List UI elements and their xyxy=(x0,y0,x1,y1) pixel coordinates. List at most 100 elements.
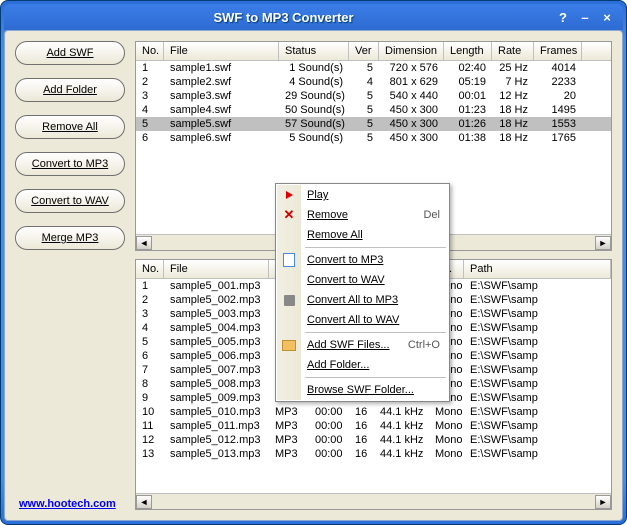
column-header[interactable]: Length xyxy=(444,42,492,60)
help-button[interactable]: ? xyxy=(555,9,571,25)
table-cell: 12 xyxy=(136,434,164,446)
column-header[interactable]: Rate xyxy=(492,42,534,60)
table-cell: sample5_003.mp3 xyxy=(164,308,269,320)
menu-play[interactable]: Play xyxy=(277,185,448,205)
table-cell: 16 xyxy=(349,448,374,460)
table-cell: 5 xyxy=(136,118,164,130)
website-link[interactable]: www.hootech.com xyxy=(19,498,116,510)
table-cell: Mono xyxy=(429,434,464,446)
column-header[interactable]: File xyxy=(164,260,269,278)
menu-label: Remove All xyxy=(307,229,363,241)
table-cell: 02:40 xyxy=(444,62,492,74)
column-header[interactable]: No. xyxy=(136,260,164,278)
minimize-button[interactable]: – xyxy=(577,9,593,25)
column-header[interactable]: Status xyxy=(279,42,349,60)
table-cell: E:\SWF\samp xyxy=(464,308,611,320)
scroll-left-button[interactable]: ◄ xyxy=(136,495,152,509)
remove-all-button[interactable]: Remove All xyxy=(15,115,125,139)
column-header[interactable]: Path xyxy=(464,260,611,278)
menu-separator xyxy=(305,247,446,248)
menu-convert-wav[interactable]: Convert to WAV xyxy=(277,270,448,290)
menu-convert-all-mp3[interactable]: Convert All to MP3 xyxy=(277,290,448,310)
horizontal-scrollbar[interactable]: ◄ ► xyxy=(136,493,611,509)
list-header[interactable]: No.FileStatusVerDimensionLengthRateFrame… xyxy=(136,42,611,61)
table-cell: 16 xyxy=(349,434,374,446)
table-row[interactable]: 6sample6.swf5 Sound(s)5450 x 30001:3818 … xyxy=(136,131,611,145)
table-cell: 12 Hz xyxy=(492,90,534,102)
menu-convert-mp3[interactable]: Convert to MP3 xyxy=(277,250,448,270)
table-cell: 450 x 300 xyxy=(379,118,444,130)
table-cell: 00:00 xyxy=(309,420,349,432)
table-row[interactable]: 11sample5_011.mp3MP300:001644.1 kHzMonoE… xyxy=(136,419,611,433)
table-cell: 5 xyxy=(349,118,379,130)
table-row[interactable]: 3sample3.swf29 Sound(s)5540 x 44000:0112… xyxy=(136,89,611,103)
menu-label: Convert to WAV xyxy=(307,274,385,286)
table-cell: 1 xyxy=(136,62,164,74)
table-row[interactable]: 12sample5_012.mp3MP300:001644.1 kHzMonoE… xyxy=(136,433,611,447)
table-cell: 1553 xyxy=(534,118,582,130)
table-row[interactable]: 5sample5.swf57 Sound(s)5450 x 30001:2618… xyxy=(136,117,611,131)
scroll-right-button[interactable]: ► xyxy=(595,495,611,509)
scroll-left-button[interactable]: ◄ xyxy=(136,236,152,250)
table-row[interactable]: 4sample4.swf50 Sound(s)5450 x 30001:2318… xyxy=(136,103,611,117)
column-header[interactable]: File xyxy=(164,42,279,60)
table-cell: 10 xyxy=(136,406,164,418)
close-button[interactable]: × xyxy=(599,9,615,25)
table-cell: 5 xyxy=(349,90,379,102)
menu-browse-swf-folder[interactable]: Browse SWF Folder... xyxy=(277,380,448,400)
table-cell: E:\SWF\samp xyxy=(464,406,611,418)
table-cell: sample6.swf xyxy=(164,132,279,144)
table-cell: 450 x 300 xyxy=(379,132,444,144)
table-cell: sample5_012.mp3 xyxy=(164,434,269,446)
convert-wav-button[interactable]: Convert to WAV xyxy=(15,189,125,213)
menu-add-folder[interactable]: Add Folder... xyxy=(277,355,448,375)
table-row[interactable]: 10sample5_010.mp3MP300:001644.1 kHzMonoE… xyxy=(136,405,611,419)
menu-remove-all[interactable]: Remove All xyxy=(277,225,448,245)
titlebar[interactable]: SWF to MP3 Converter ? – × xyxy=(4,4,623,30)
column-header[interactable]: Frames xyxy=(534,42,582,60)
button-label: Add SWF xyxy=(46,47,93,59)
table-cell: 2233 xyxy=(534,76,582,88)
table-cell: 5 xyxy=(349,132,379,144)
context-menu: Play ✕RemoveDel Remove All Convert to MP… xyxy=(275,183,450,402)
add-folder-button[interactable]: Add Folder xyxy=(15,78,125,102)
table-cell: 3 xyxy=(136,90,164,102)
table-cell: 450 x 300 xyxy=(379,104,444,116)
table-cell: 5 xyxy=(349,104,379,116)
menu-label: Add Folder... xyxy=(307,359,369,371)
table-cell: 50 Sound(s) xyxy=(279,104,349,116)
menu-label: Play xyxy=(307,189,328,201)
table-cell: 1 xyxy=(136,280,164,292)
table-cell: 44.1 kHz xyxy=(374,448,429,460)
scroll-right-button[interactable]: ► xyxy=(595,236,611,250)
menu-add-swf-files[interactable]: Add SWF Files...Ctrl+O xyxy=(277,335,448,355)
menu-remove[interactable]: ✕RemoveDel xyxy=(277,205,448,225)
menu-separator xyxy=(305,332,446,333)
table-cell: 3 xyxy=(136,308,164,320)
convert-mp3-button[interactable]: Convert to MP3 xyxy=(15,152,125,176)
merge-mp3-button[interactable]: Merge MP3 xyxy=(15,226,125,250)
menu-convert-all-wav[interactable]: Convert All to WAV xyxy=(277,310,448,330)
table-cell: 1495 xyxy=(534,104,582,116)
table-row[interactable]: 1sample1.swf1 Sound(s)5720 x 57602:4025 … xyxy=(136,61,611,75)
table-row[interactable]: 2sample2.swf4 Sound(s)4801 x 62905:197 H… xyxy=(136,75,611,89)
table-cell: E:\SWF\samp xyxy=(464,448,611,460)
menu-label: Remove xyxy=(307,209,348,221)
add-swf-button[interactable]: Add SWF xyxy=(15,41,125,65)
table-cell: 5 xyxy=(136,336,164,348)
table-cell: 1765 xyxy=(534,132,582,144)
window-title: SWF to MP3 Converter xyxy=(12,10,555,25)
column-header[interactable]: No. xyxy=(136,42,164,60)
table-row[interactable]: 13sample5_013.mp3MP300:001644.1 kHzMonoE… xyxy=(136,447,611,461)
column-header[interactable]: Dimension xyxy=(379,42,444,60)
table-cell: 16 xyxy=(349,406,374,418)
table-cell: 44.1 kHz xyxy=(374,434,429,446)
button-label: Remove All xyxy=(42,121,98,133)
table-cell: sample5_008.mp3 xyxy=(164,378,269,390)
table-cell: MP3 xyxy=(269,420,309,432)
table-cell: sample1.swf xyxy=(164,62,279,74)
table-cell: E:\SWF\samp xyxy=(464,434,611,446)
table-cell: 44.1 kHz xyxy=(374,406,429,418)
table-cell: E:\SWF\samp xyxy=(464,336,611,348)
column-header[interactable]: Ver xyxy=(349,42,379,60)
